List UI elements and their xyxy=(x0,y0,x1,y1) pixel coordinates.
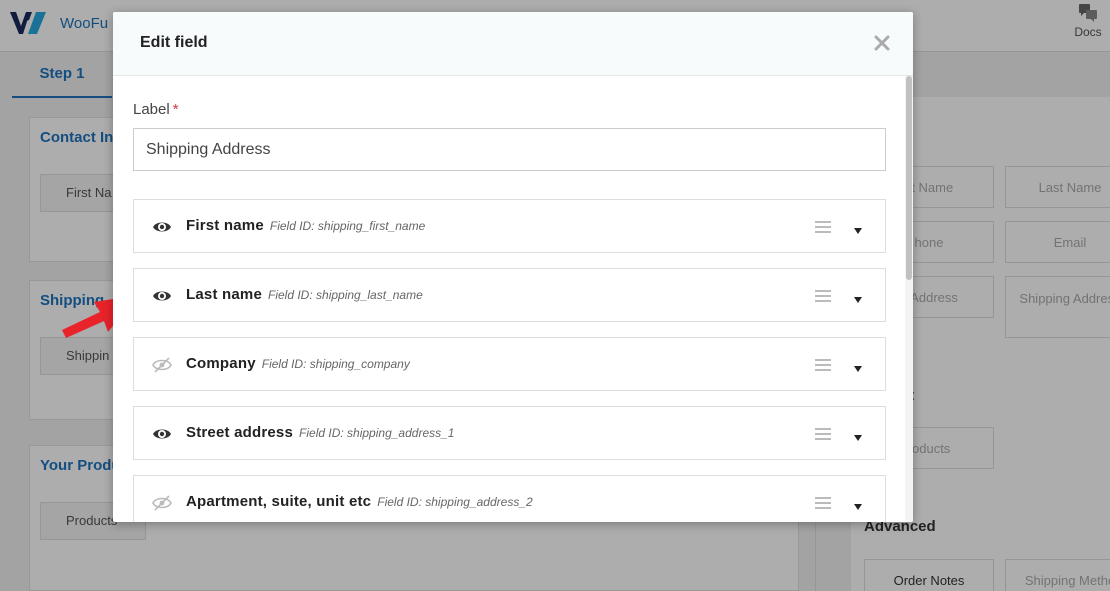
caret-down-icon[interactable] xyxy=(853,222,863,234)
label-field-label: Label * xyxy=(133,101,179,118)
field-row-shipping-address-1[interactable]: Street address Field ID: shipping_address… xyxy=(133,406,886,460)
edit-field-modal: Edit field Label* First name Field ID: sh… xyxy=(113,12,913,522)
drag-handle-icon[interactable] xyxy=(815,496,831,509)
eye-icon[interactable] xyxy=(152,219,172,235)
modal-body: Label* First name Field ID: shipping_firs… xyxy=(113,76,903,522)
field-id: Field ID: shipping_first_name xyxy=(270,219,425,233)
eye-slash-icon[interactable] xyxy=(152,357,172,373)
field-id-value: shipping_address_2 xyxy=(425,495,533,509)
label-input[interactable] xyxy=(133,128,886,171)
field-id: Field ID: shipping_last_name xyxy=(268,288,423,302)
eye-slash-icon[interactable] xyxy=(152,495,172,511)
field-name: Apartment, suite, unit etc Field ID: ship… xyxy=(186,493,533,510)
modal-scrollbar[interactable] xyxy=(905,76,913,522)
field-name: Street address Field ID: shipping_address… xyxy=(186,424,454,441)
field-id: Field ID: shipping_address_1 xyxy=(299,426,454,440)
caret-down-icon[interactable] xyxy=(853,291,863,303)
field-name: Company Field ID: shipping_company xyxy=(186,355,410,372)
field-row-shipping-company[interactable]: Company Field ID: shipping_company xyxy=(133,337,886,391)
field-row-shipping-last-name[interactable]: Last name Field ID: shipping_last_name xyxy=(133,268,886,322)
field-name-text: Last name xyxy=(186,286,262,303)
required-marker: * xyxy=(172,101,179,118)
field-id-prefix: Field ID: xyxy=(377,495,426,509)
field-id-prefix: Field ID: xyxy=(269,219,318,233)
caret-down-icon[interactable] xyxy=(853,360,863,372)
caret-down-icon[interactable] xyxy=(853,429,863,441)
field-name-text: Apartment, suite, unit etc xyxy=(186,493,372,510)
field-id-value: shipping_first_name xyxy=(317,219,426,233)
field-id: Field ID: shipping_address_2 xyxy=(377,495,532,509)
modal-header: Edit field xyxy=(113,12,913,76)
field-name: First name Field ID: shipping_first_name xyxy=(186,217,425,234)
field-name-text: Street address xyxy=(186,424,294,441)
field-id-value: shipping_company xyxy=(309,357,410,371)
field-row-shipping-first-name[interactable]: First name Field ID: shipping_first_name xyxy=(133,199,886,253)
scrollbar-thumb[interactable] xyxy=(906,76,912,280)
field-name-text: First name xyxy=(186,217,264,234)
eye-icon[interactable] xyxy=(152,426,172,442)
field-id-value: shipping_address_1 xyxy=(347,426,455,440)
close-icon[interactable] xyxy=(873,34,891,52)
field-id-prefix: Field ID: xyxy=(299,426,348,440)
drag-handle-icon[interactable] xyxy=(815,289,831,302)
field-id-prefix: Field ID: xyxy=(268,288,317,302)
drag-handle-icon[interactable] xyxy=(815,427,831,440)
drag-handle-icon[interactable] xyxy=(815,358,831,371)
label-text: Label xyxy=(133,101,170,118)
eye-icon[interactable] xyxy=(152,288,172,304)
field-name-text: Company xyxy=(186,355,256,372)
modal-title: Edit field xyxy=(140,34,208,51)
caret-down-icon[interactable] xyxy=(853,498,863,510)
field-row-shipping-address-2[interactable]: Apartment, suite, unit etc Field ID: ship… xyxy=(133,475,886,522)
drag-handle-icon[interactable] xyxy=(815,220,831,233)
field-id-value: shipping_last_name xyxy=(316,288,423,302)
field-id: Field ID: shipping_company xyxy=(262,357,410,371)
field-id-prefix: Field ID: xyxy=(261,357,310,371)
field-name: Last name Field ID: shipping_last_name xyxy=(186,286,423,303)
